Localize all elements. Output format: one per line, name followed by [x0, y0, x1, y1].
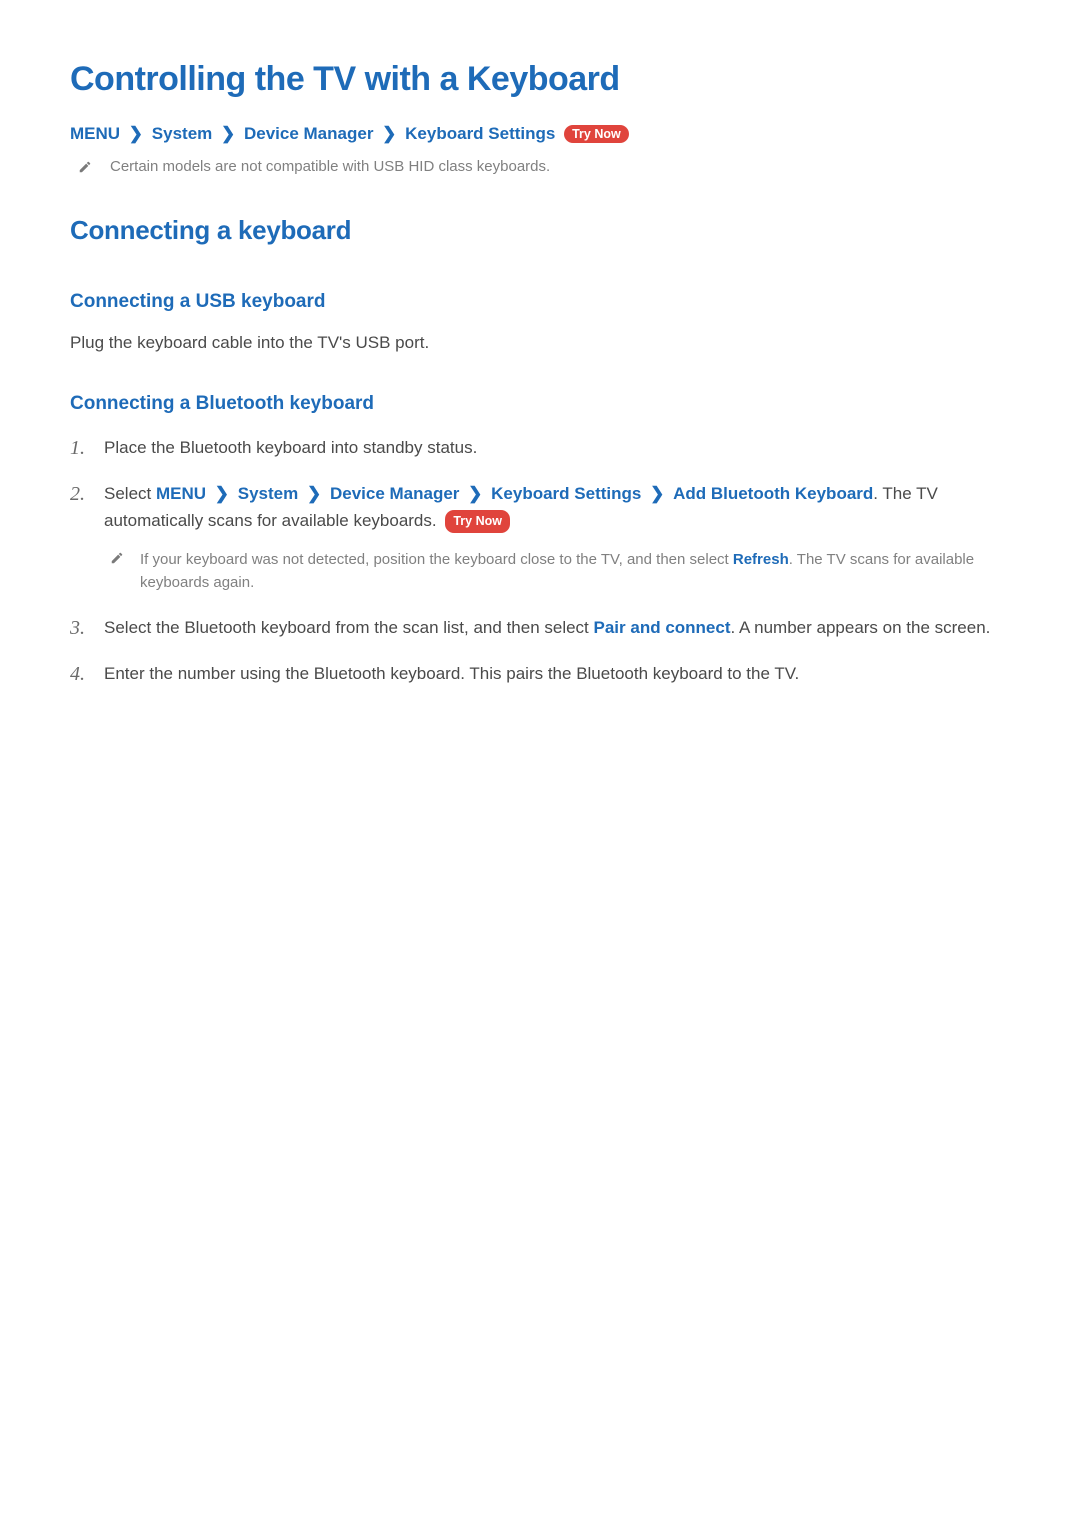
bluetooth-steps: Place the Bluetooth keyboard into standb… [70, 435, 1010, 687]
breadcrumb-item: Keyboard Settings [405, 124, 555, 143]
page-title: Controlling the TV with a Keyboard [70, 60, 1010, 99]
breadcrumb-item: Add Bluetooth Keyboard [673, 484, 873, 503]
usb-subtitle: Connecting a USB keyboard [70, 291, 1010, 313]
step-2-note: If your keyboard was not detected, posit… [104, 548, 1010, 595]
try-now-badge[interactable]: Try Now [445, 510, 510, 533]
top-note: Certain models are not compatible with U… [70, 158, 1010, 175]
usb-body: Plug the keyboard cable into the TV's US… [70, 333, 1010, 353]
bluetooth-subtitle: Connecting a Bluetooth keyboard [70, 393, 1010, 415]
note-pre: If your keyboard was not detected, posit… [140, 551, 733, 568]
step-2-note-text: If your keyboard was not detected, posit… [140, 548, 1010, 595]
step-3-post: . A number appears on the screen. [731, 618, 991, 637]
step-1-text: Place the Bluetooth keyboard into standb… [104, 438, 477, 457]
step-4-text: Enter the number using the Bluetooth key… [104, 664, 799, 683]
step-3-pre: Select the Bluetooth keyboard from the s… [104, 618, 594, 637]
chevron-right-icon: ❯ [468, 484, 482, 503]
breadcrumb-item: Device Manager [244, 124, 373, 143]
pencil-icon [110, 551, 124, 565]
breadcrumb-item: MENU [156, 484, 206, 503]
breadcrumb-top: MENU ❯ System ❯ Device Manager ❯ Keyboar… [70, 124, 1010, 144]
chevron-right-icon: ❯ [382, 124, 396, 144]
document-page: Controlling the TV with a Keyboard MENU … [0, 0, 1080, 767]
step-2-breadcrumb: MENU ❯ System ❯ Device Manager ❯ Keyboar… [156, 484, 873, 503]
step-4: Enter the number using the Bluetooth key… [70, 661, 1010, 687]
chevron-right-icon: ❯ [215, 484, 229, 503]
step-3: Select the Bluetooth keyboard from the s… [70, 615, 1010, 641]
section-title: Connecting a keyboard [70, 215, 1010, 246]
step-2-prefix: Select [104, 484, 156, 503]
chevron-right-icon: ❯ [307, 484, 321, 503]
breadcrumb-item: System [238, 484, 298, 503]
try-now-badge[interactable]: Try Now [564, 125, 629, 143]
pencil-icon [78, 160, 92, 174]
breadcrumb-item: System [152, 124, 212, 143]
step-1: Place the Bluetooth keyboard into standb… [70, 435, 1010, 461]
breadcrumb-item: MENU [70, 124, 120, 143]
breadcrumb-item: Device Manager [330, 484, 459, 503]
step-3-highlight: Pair and connect [594, 618, 731, 637]
breadcrumb-item: Keyboard Settings [491, 484, 641, 503]
chevron-right-icon: ❯ [221, 124, 235, 144]
step-2: Select MENU ❯ System ❯ Device Manager ❯ … [70, 481, 1010, 594]
chevron-right-icon: ❯ [650, 484, 664, 503]
top-note-text: Certain models are not compatible with U… [110, 158, 550, 175]
note-highlight: Refresh [733, 551, 789, 568]
chevron-right-icon: ❯ [129, 124, 143, 144]
